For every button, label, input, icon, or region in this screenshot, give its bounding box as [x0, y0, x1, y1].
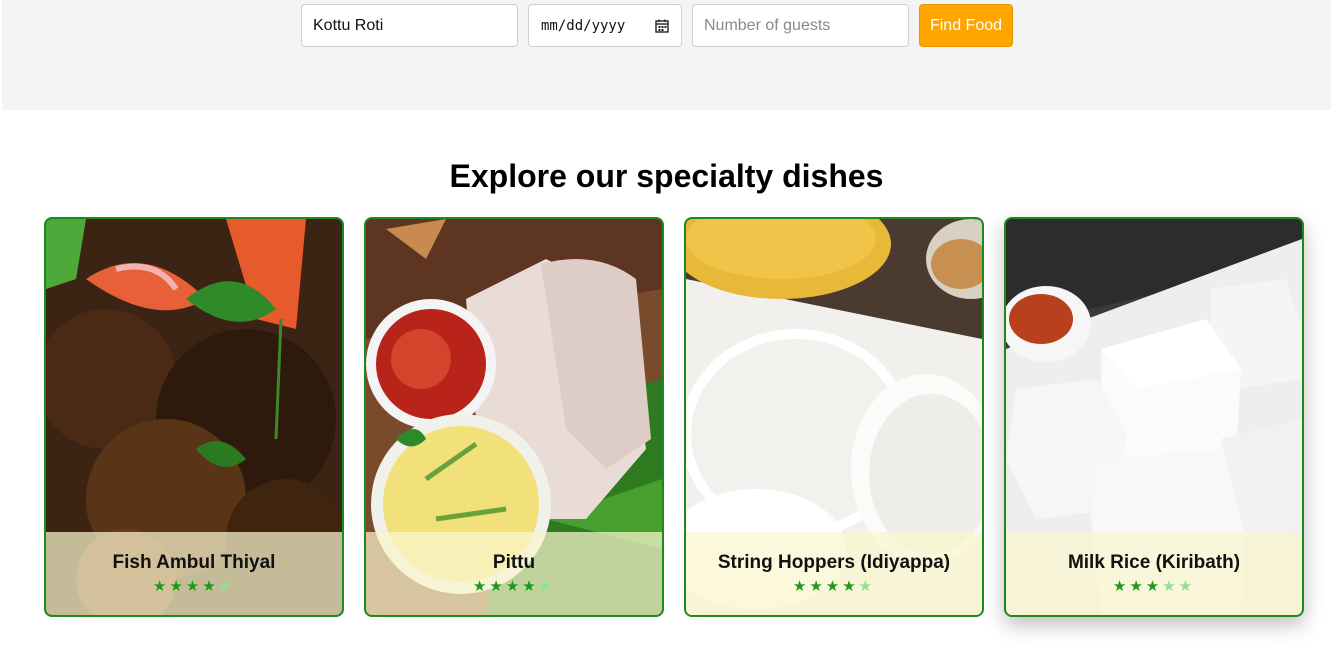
star-icon: ★ — [185, 578, 203, 595]
star-icon: ★ — [1129, 578, 1146, 595]
star-icon: ★ — [202, 578, 219, 595]
star-icon: ★ — [1145, 578, 1163, 595]
dish-name: String Hoppers (Idiyappa) — [717, 552, 951, 573]
star-icon: ★ — [152, 578, 170, 595]
star-rating: ★★★★★ — [793, 577, 875, 595]
star-icon: ★ — [1112, 578, 1130, 595]
dish-card[interactable]: String Hoppers (Idiyappa) ★★★★★ — [684, 217, 984, 617]
star-icon: ★ — [1178, 578, 1196, 595]
star-rating: ★★★★★ — [1113, 577, 1195, 595]
guests-input[interactable]: Number of guests — [692, 4, 909, 47]
dish-card[interactable]: Milk Rice (Kiribath) ★★★★★ — [1004, 217, 1304, 617]
star-icon: ★ — [472, 578, 490, 595]
dish-caption: String Hoppers (Idiyappa) ★★★★★ — [686, 532, 982, 615]
find-food-button[interactable]: Find Food — [919, 4, 1013, 47]
star-icon: ★ — [489, 578, 506, 595]
star-icon: ★ — [792, 578, 810, 595]
star-icon: ★ — [842, 578, 859, 595]
dish-caption: Milk Rice (Kiribath) ★★★★★ — [1006, 532, 1302, 615]
dish-caption: Fish Ambul Thiyal ★★★★★ — [46, 532, 342, 615]
dish-caption: Pittu ★★★★★ — [366, 532, 662, 615]
dish-search-input[interactable]: Kottu Roti — [301, 4, 518, 47]
dish-card[interactable]: Pittu ★★★★★ — [364, 217, 664, 617]
star-icon: ★ — [522, 578, 539, 595]
star-icon: ★ — [505, 578, 523, 595]
guests-placeholder: Number of guests — [704, 16, 831, 34]
star-icon: ★ — [169, 578, 186, 595]
dish-name: Milk Rice (Kiribath) — [1067, 552, 1241, 573]
dish-search-value: Kottu Roti — [313, 16, 384, 34]
star-icon: ★ — [1162, 578, 1179, 595]
star-icon: ★ — [809, 578, 826, 595]
star-rating: ★★★★★ — [153, 577, 235, 595]
star-icon: ★ — [825, 578, 843, 595]
dish-name: Pittu — [492, 552, 536, 573]
star-icon: ★ — [858, 578, 876, 595]
dish-name: Fish Ambul Thiyal — [112, 552, 276, 573]
section-title: Explore our specialty dishes — [449, 158, 884, 194]
star-rating: ★★★★★ — [473, 577, 555, 595]
date-placeholder: mm/dd/yyyy — [541, 17, 626, 34]
star-icon: ★ — [218, 578, 236, 595]
date-input[interactable]: mm/dd/yyyy — [528, 4, 682, 47]
calendar-icon[interactable] — [655, 19, 669, 33]
star-icon: ★ — [538, 578, 556, 595]
dish-card[interactable]: Fish Ambul Thiyal ★★★★★ — [44, 217, 344, 617]
